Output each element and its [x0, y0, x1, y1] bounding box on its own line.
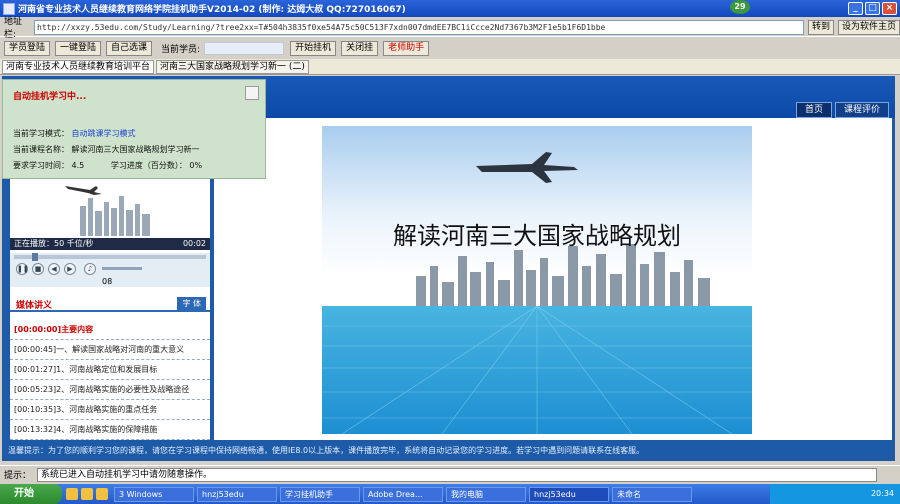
course-row: 当前课程名称： 解读河南三大国家战略规划学习新一 [13, 144, 200, 155]
list-item[interactable]: [00:10:35]3、河南战略实施的重点任务 [10, 400, 210, 420]
lecture-header: 媒体讲义 字 体 [10, 296, 210, 312]
list-item[interactable]: [00:00:45]一、解读国家战略对河南的重大意义 [10, 340, 210, 360]
mode-value: 自动跳课学习模式 [71, 129, 136, 138]
minimize-button[interactable]: _ [848, 2, 863, 15]
taskbar-item[interactable]: hnzj53edu [197, 486, 277, 502]
main-toolbar: 学员登陆 一键登陆 自己选课 当前学员: 开始挂机 关闭挂 老师助手 [0, 38, 900, 58]
list-item[interactable]: [00:01:27]1、河南战略定位和发展目标 [10, 360, 210, 380]
go-button[interactable]: 转到 [807, 19, 834, 35]
start-hang-button[interactable]: 开始挂机 [290, 40, 337, 56]
grid-floor [322, 305, 752, 434]
tab-platform[interactable]: 河南专业技术人员继续教育培训平台 [2, 59, 155, 74]
next-icon[interactable]: ▶ [64, 263, 76, 275]
taskbar-item[interactable]: 3 Windows [114, 486, 194, 502]
taskbar-item[interactable]: 未命名 [612, 486, 692, 502]
current-user-label: 当前学员: [161, 44, 201, 55]
volume-icon[interactable]: ♪ [84, 263, 96, 275]
prev-icon[interactable]: ◀ [48, 263, 60, 275]
font-button[interactable]: 字 体 [177, 297, 206, 310]
slide-sea [322, 305, 752, 434]
current-user-field [204, 41, 285, 55]
time-label: 要求学习时间： [13, 161, 69, 170]
login-button[interactable]: 学员登陆 [4, 40, 51, 56]
slide-title: 解读河南三大国家战略规划 [393, 222, 681, 250]
pause-icon[interactable]: ❚❚ [16, 263, 29, 275]
set-home-button[interactable]: 设为软件主页 [837, 19, 900, 35]
taskbar-item[interactable]: hnzj53edu [529, 486, 609, 502]
address-label: 地址栏: [4, 17, 23, 40]
status-text: 系统已进入自动挂机学习中请勿随意操作。 [37, 467, 878, 482]
seek-handle[interactable] [32, 253, 38, 261]
mode-row: 当前学习模式： 自动跳课学习模式 [13, 128, 136, 139]
taskbar: 开始 3 Windows hnzj53edu 学习挂机助手 Adobe Drea… [0, 484, 900, 504]
start-button[interactable]: 开始 [0, 484, 62, 504]
stop-hang-button[interactable]: 关闭挂 [341, 40, 379, 56]
clock: 20:34 [870, 489, 894, 498]
quick-launch [66, 488, 111, 500]
nav-rating-tab[interactable]: 课程评价 [834, 102, 889, 118]
tab-course[interactable]: 河南三大国家战略规划学习新一 (二) [156, 59, 309, 74]
video-thumbnail [10, 176, 210, 238]
progress-value: 0% [189, 161, 203, 170]
app-icon[interactable] [96, 488, 108, 500]
status-label: 提示： [4, 471, 32, 481]
course-slide: 解读河南三大国家战略规划 [322, 126, 752, 434]
status-bar: 提示： 系统已进入自动挂机学习中请勿随意操作。 [0, 465, 900, 483]
video-counter: 08 [102, 277, 113, 286]
window-titlebar: 河南省专业技术人员继续教育网络学院挂机助手V2014-02 (制作: 达姆大叔 … [0, 0, 900, 17]
list-item[interactable]: [00:13:32]4、河南战略实施的保障措施 [10, 420, 210, 440]
folder-icon[interactable] [81, 488, 93, 500]
auto-study-popup: 自动挂机学习中... 当前学习模式： 自动跳课学习模式 当前课程名称： 解读河南… [2, 79, 266, 179]
lecture-title: 媒体讲义 [16, 301, 53, 311]
time-row: 要求学习时间： 4.5 学习进度（百分数）： 0% [13, 160, 202, 171]
window-title: 河南省专业技术人员继续教育网络学院挂机助手V2014-02 (制作: 达姆大叔 … [18, 5, 406, 15]
close-button[interactable]: × [882, 2, 897, 15]
seek-bar[interactable] [14, 253, 206, 261]
one-click-login-button[interactable]: 一键登陆 [55, 40, 102, 56]
address-bar: 地址栏: 转到 设为软件主页 [0, 17, 900, 40]
progress-label: 学习进度（百分数）： [110, 161, 187, 170]
popup-close-button[interactable] [245, 86, 259, 100]
taskbar-item[interactable]: Adobe Drea... [363, 486, 443, 502]
page-tabs: 河南专业技术人员继续教育培训平台 河南三大国家战略规划学习新一 (二) [0, 59, 900, 75]
taskbar-item[interactable]: 学习挂机助手 [280, 486, 360, 502]
video-time: 00:02 [182, 239, 206, 248]
browser-icon[interactable] [66, 488, 78, 500]
maximize-button[interactable]: □ [865, 2, 880, 15]
taskbar-item[interactable]: 我的电脑 [446, 486, 526, 502]
nav-home-tab[interactable]: 首页 [795, 102, 832, 118]
mode-label: 当前学习模式： [13, 129, 69, 138]
notification-badge: 29 [730, 0, 750, 14]
main-panel: 解读河南三大国家战略规划 [214, 118, 892, 440]
video-status-bar: 正在播放：50 千位/秒 00:02 [10, 238, 210, 250]
course-value: 解读河南三大国家战略规划学习新一 [71, 145, 200, 154]
time-value: 4.5 [71, 161, 85, 170]
player-controls: ❚❚ ■ ◀ ▶ ♪ 08 [10, 253, 210, 287]
stop-icon[interactable]: ■ [32, 263, 44, 275]
select-course-button[interactable]: 自己选课 [106, 40, 153, 56]
system-tray: 20:34 [770, 484, 900, 504]
lecture-list: [00:00:00]主要内容 [00:00:45]一、解读国家战略对河南的重大意… [10, 320, 210, 440]
popup-title: 自动挂机学习中... [13, 92, 87, 102]
course-label: 当前课程名称： [13, 145, 69, 154]
notice-marquee: 温馨提示：为了您的顺利学习您的课程，请您在学习课程中保持网络畅通，使用IE8.0… [2, 441, 895, 461]
app-icon [3, 2, 15, 15]
list-item[interactable]: [00:00:00]主要内容 [10, 320, 210, 340]
airplane-icon [476, 152, 578, 183]
site-nav: 首页 课程评价 [793, 102, 889, 118]
volume-slider[interactable] [102, 267, 142, 270]
video-status: 正在播放：50 千位/秒 [14, 239, 94, 248]
list-item[interactable]: [00:05:23]2、河南战略实施的必要性及战略途径 [10, 380, 210, 400]
url-input[interactable] [34, 19, 804, 35]
teacher-helper-button[interactable]: 老师助手 [383, 40, 430, 56]
